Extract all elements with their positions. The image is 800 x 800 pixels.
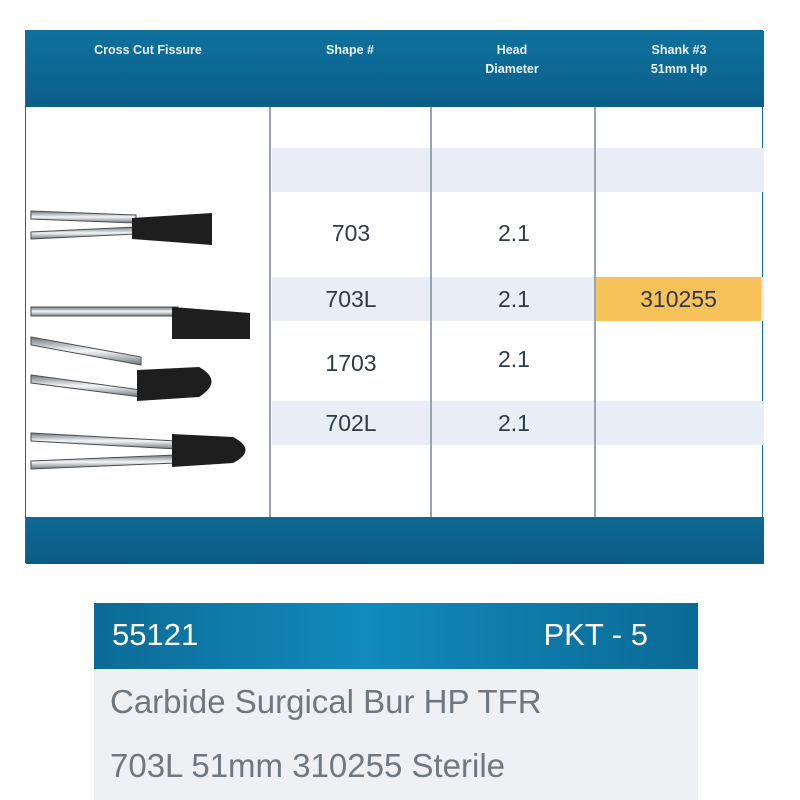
bur-spec-table: Cross Cut Fissure Shape # Head Diameter … [25, 30, 764, 564]
row-702l-diameter: 2.1 [498, 410, 530, 436]
bur-702l-icon [30, 432, 246, 470]
bur-703l-icon [30, 306, 250, 339]
header-cross-cut-fissure: Cross Cut Fissure [94, 43, 202, 57]
row-703l-shape: 703L [325, 286, 377, 312]
header-shank: Shank #3 51mm Hp [650, 43, 708, 76]
bur-703-icon [30, 210, 212, 245]
row-703l-shank: 310255 [640, 286, 717, 312]
product-description-line2: 703L 51mm 310255 Sterile [110, 747, 506, 784]
product-description-line1: Carbide Surgical Bur HP TFR [110, 683, 542, 720]
product-header: 55121 PKT - 5 [94, 603, 698, 669]
header-head-diameter: Head Diameter [485, 43, 539, 76]
bur-1703-icon [30, 336, 212, 401]
product-code: 55121 [112, 617, 199, 652]
pack-size: PKT - 5 [543, 617, 648, 652]
bur-illustrations [30, 210, 250, 470]
table-footer-bar [26, 517, 764, 564]
row-702l-shape: 702L [325, 410, 377, 436]
row-703l-diameter: 2.1 [498, 286, 530, 312]
header-shape-number: Shape # [326, 43, 374, 57]
product-card: 55121 PKT - 5 Carbide Surgical Bur HP TF… [94, 603, 698, 800]
row-band-blank [272, 148, 764, 192]
row-703-shape: 703 [331, 220, 371, 246]
row-1703-diameter: 2.1 [498, 346, 530, 372]
table-header: Cross Cut Fissure Shape # Head Diameter … [26, 31, 764, 107]
row-1703-shape: 1703 [325, 350, 377, 376]
row-703-diameter: 2.1 [498, 220, 530, 246]
